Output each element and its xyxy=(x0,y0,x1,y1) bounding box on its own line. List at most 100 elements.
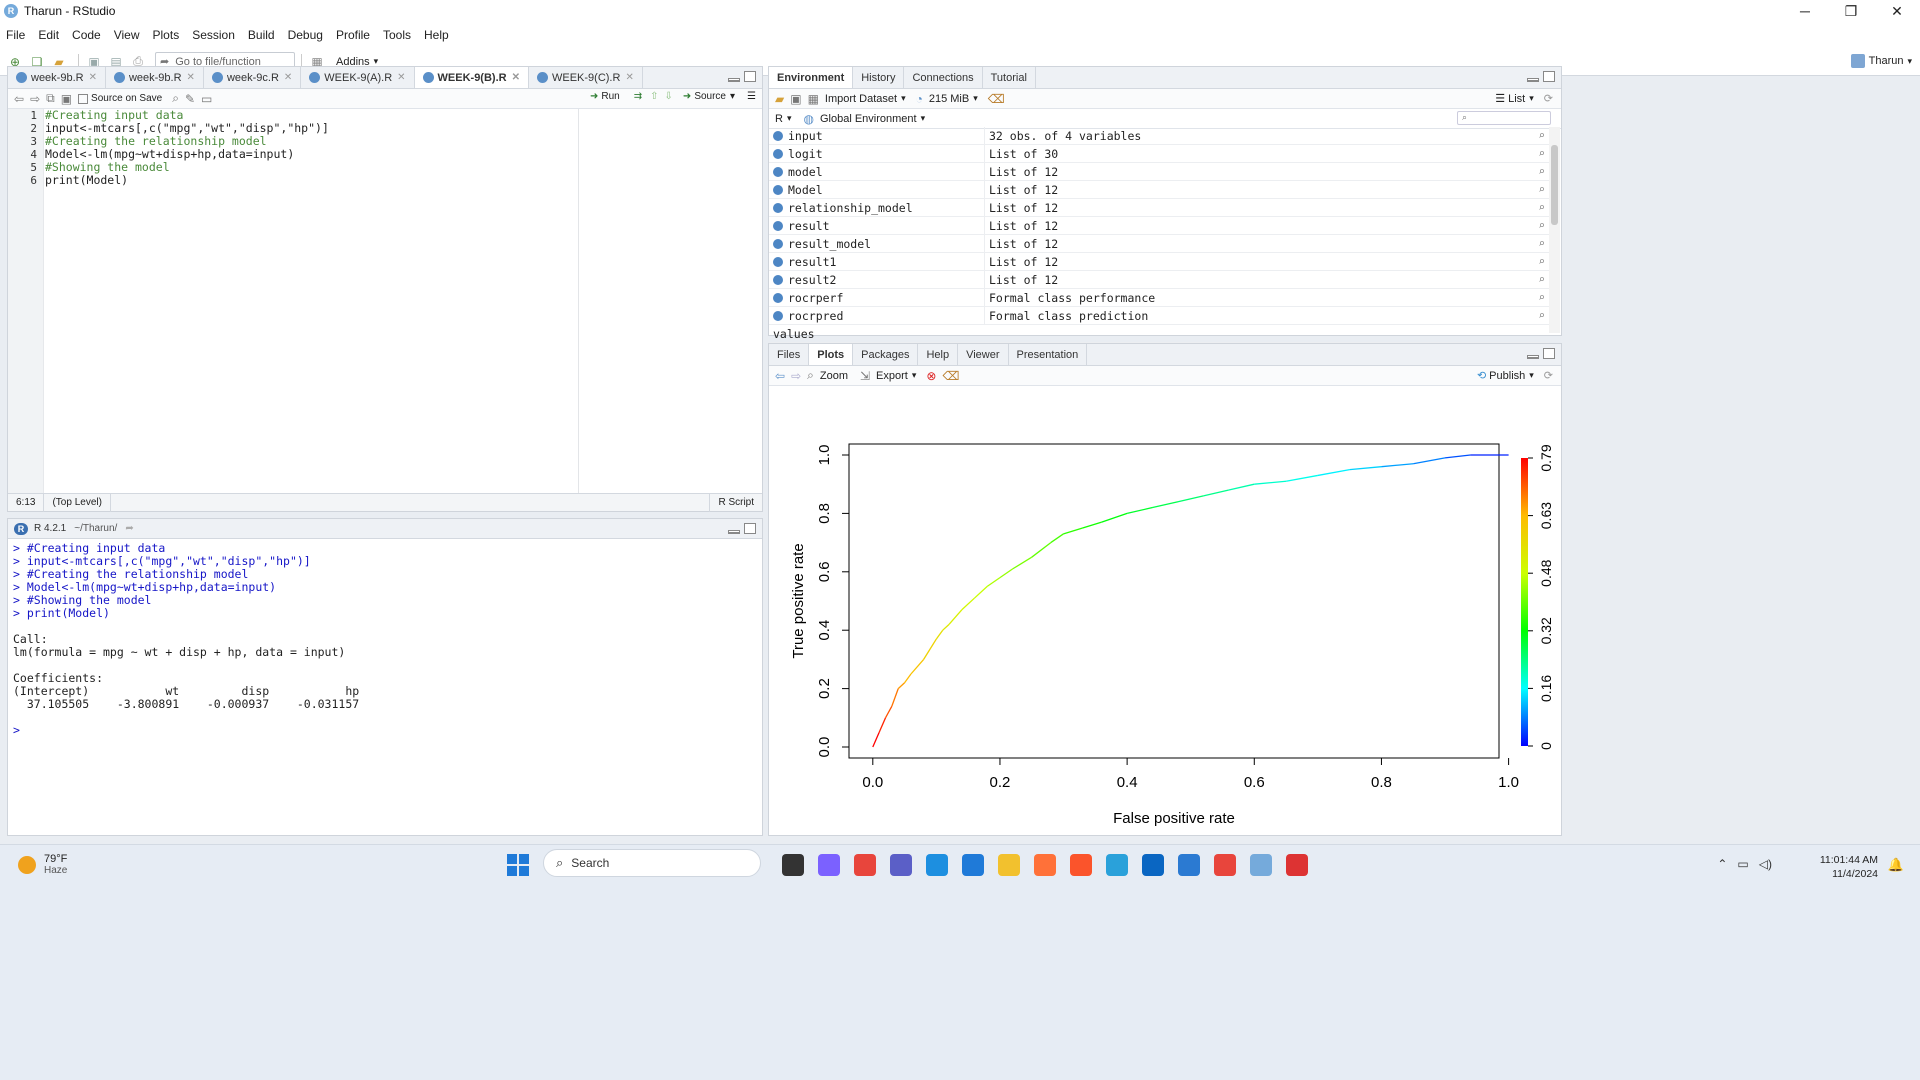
minimize-pane-button[interactable] xyxy=(728,78,740,82)
env-var-name[interactable]: model xyxy=(769,162,985,181)
outline-icon[interactable]: ☰ xyxy=(747,91,756,102)
chevron-down-icon[interactable]: ▾ xyxy=(921,113,926,124)
taskbar-clock[interactable]: 11:01:44 AM 11/4/2024 xyxy=(1820,853,1878,881)
code-tools-icon[interactable]: ✎ xyxy=(185,92,195,106)
editor-tab[interactable]: week-9b.R ✕ xyxy=(8,67,106,88)
menu-profile[interactable]: Profile xyxy=(336,28,370,42)
editor-tab[interactable]: WEEK-9(C).R ✕ xyxy=(529,67,643,88)
broom-icon[interactable]: ⌫ xyxy=(988,92,1005,106)
start-button[interactable] xyxy=(507,854,529,876)
show-in-window-icon[interactable]: ⧉ xyxy=(46,91,55,106)
menu-help[interactable]: Help xyxy=(424,28,449,42)
env-var-name[interactable]: relationship_model xyxy=(769,198,985,217)
save-workspace-icon[interactable]: ▣ xyxy=(790,92,801,106)
env-row-rocrperf[interactable]: rocrperf Formal class performance ⌕ xyxy=(769,288,1549,307)
network-icon[interactable]: ▭ xyxy=(1737,857,1748,871)
go-up-icon[interactable]: ⇧ xyxy=(650,91,658,102)
view-data-icon[interactable]: ⌕ xyxy=(1538,129,1545,142)
back-arrow-icon[interactable]: ⇦ xyxy=(14,92,24,106)
expand-icon[interactable] xyxy=(773,166,783,177)
copilot-icon[interactable] xyxy=(818,854,840,876)
chevron-down-icon[interactable]: ▾ xyxy=(1529,93,1534,104)
env-row-model[interactable]: model List of 12 ⌕ xyxy=(769,162,1549,181)
code-line[interactable]: #Showing the model xyxy=(45,161,762,174)
code-area[interactable]: #Creating input data input<-mtcars[,c("m… xyxy=(45,109,762,495)
search-icon[interactable]: ⌕ xyxy=(172,91,179,106)
view-data-icon[interactable]: ⌕ xyxy=(1538,165,1545,178)
go-down-icon[interactable]: ⇩ xyxy=(665,91,673,102)
chevron-up-icon[interactable]: ⌃ xyxy=(1717,857,1727,871)
memory-usage[interactable]: 215 MiB xyxy=(929,93,969,105)
publish-button[interactable]: Publish xyxy=(1489,370,1525,382)
menu-view[interactable]: View xyxy=(114,28,140,42)
env-row-rocrpred[interactable]: rocrpred Formal class prediction ⌕ xyxy=(769,306,1549,325)
expand-icon[interactable] xyxy=(773,220,783,231)
telegram-icon[interactable] xyxy=(1106,854,1128,876)
tab-tutorial[interactable]: Tutorial xyxy=(983,67,1036,88)
source-button[interactable]: Source xyxy=(694,91,726,102)
brave-icon[interactable] xyxy=(1070,854,1092,876)
chevron-down-icon[interactable]: ▾ xyxy=(973,93,978,104)
menu-build[interactable]: Build xyxy=(248,28,275,42)
close-icon[interactable]: ✕ xyxy=(89,72,97,83)
user-menu[interactable]: Tharun ▾ xyxy=(1850,54,1912,68)
chevron-down-icon[interactable]: ▾ xyxy=(730,91,735,102)
teams-icon[interactable] xyxy=(890,854,912,876)
tab-presentation[interactable]: Presentation xyxy=(1009,344,1088,365)
file-explorer-icon[interactable] xyxy=(782,854,804,876)
editor-tab[interactable]: WEEK-9(A).R ✕ xyxy=(301,67,415,88)
tab-history[interactable]: History xyxy=(853,67,905,88)
env-row-result2[interactable]: result2 List of 12 ⌕ xyxy=(769,270,1549,289)
previous-plot-icon[interactable]: ⇦ xyxy=(775,369,785,383)
chevron-down-icon[interactable]: ▾ xyxy=(912,370,917,381)
env-row-result1[interactable]: result1 List of 12 ⌕ xyxy=(769,252,1549,271)
env-row-result[interactable]: result List of 12 ⌕ xyxy=(769,216,1549,235)
vscode-icon[interactable] xyxy=(1178,854,1200,876)
chrome-alt-icon[interactable] xyxy=(1214,854,1236,876)
env-var-name[interactable]: input xyxy=(769,126,985,145)
chevron-down-icon[interactable]: ▾ xyxy=(787,113,792,124)
volume-icon[interactable]: ◁) xyxy=(1759,857,1772,871)
zoom-button[interactable]: Zoom xyxy=(820,370,848,382)
minimize-button[interactable]: ─ xyxy=(1782,0,1828,22)
source-on-save-checkbox[interactable] xyxy=(78,93,89,104)
go-to-directory-icon[interactable]: ➦ xyxy=(125,523,133,534)
view-data-icon[interactable]: ⌕ xyxy=(1538,201,1545,214)
expand-icon[interactable] xyxy=(773,148,783,159)
view-data-icon[interactable]: ⌕ xyxy=(1538,291,1545,304)
view-mode-selector[interactable]: List xyxy=(1508,93,1525,105)
editor-tab[interactable]: week-9b.R ✕ xyxy=(106,67,204,88)
code-editor[interactable]: 1 2 3 4 5 6 #Creating input data input<-… xyxy=(8,109,762,495)
scrollbar-thumb[interactable] xyxy=(1551,145,1558,225)
expand-icon[interactable] xyxy=(773,238,783,249)
save-icon[interactable]: ▣ xyxy=(61,92,72,106)
taskbar-search-box[interactable]: ⌕ Search xyxy=(543,849,761,877)
run-button[interactable]: Run xyxy=(601,91,619,102)
code-line[interactable]: print(Model) xyxy=(45,174,762,187)
compile-report-icon[interactable]: ▭ xyxy=(201,92,212,106)
view-data-icon[interactable]: ⌕ xyxy=(1538,255,1545,268)
env-row-result_model[interactable]: result_model List of 12 ⌕ xyxy=(769,234,1549,253)
menu-debug[interactable]: Debug xyxy=(288,28,323,42)
scope-selector[interactable]: (Top Level) xyxy=(44,493,111,512)
edge-icon[interactable] xyxy=(926,854,948,876)
environment-scrollbar[interactable] xyxy=(1549,127,1560,333)
env-var-name[interactable]: result_model xyxy=(769,234,985,253)
tab-help[interactable]: Help xyxy=(918,344,959,365)
view-data-icon[interactable]: ⌕ xyxy=(1538,219,1545,232)
weather-widget[interactable]: 79°F Haze xyxy=(18,853,67,876)
refresh-icon[interactable]: ⟳ xyxy=(1544,92,1553,105)
forward-arrow-icon[interactable]: ⇨ xyxy=(30,92,40,106)
minimize-pane-button[interactable] xyxy=(1527,78,1539,82)
menu-file[interactable]: File xyxy=(6,28,25,42)
environment-search-input[interactable]: ⌕ xyxy=(1457,111,1551,125)
maximize-pane-button[interactable] xyxy=(744,523,756,534)
close-icon[interactable]: ✕ xyxy=(625,72,633,83)
mail-icon[interactable] xyxy=(1142,854,1164,876)
maximize-pane-button[interactable] xyxy=(744,71,756,82)
chevron-down-icon[interactable]: ▾ xyxy=(901,93,906,104)
menu-plots[interactable]: Plots xyxy=(153,28,180,42)
env-var-name[interactable]: Model xyxy=(769,180,985,199)
tab-viewer[interactable]: Viewer xyxy=(958,344,1009,365)
menu-code[interactable]: Code xyxy=(72,28,101,42)
